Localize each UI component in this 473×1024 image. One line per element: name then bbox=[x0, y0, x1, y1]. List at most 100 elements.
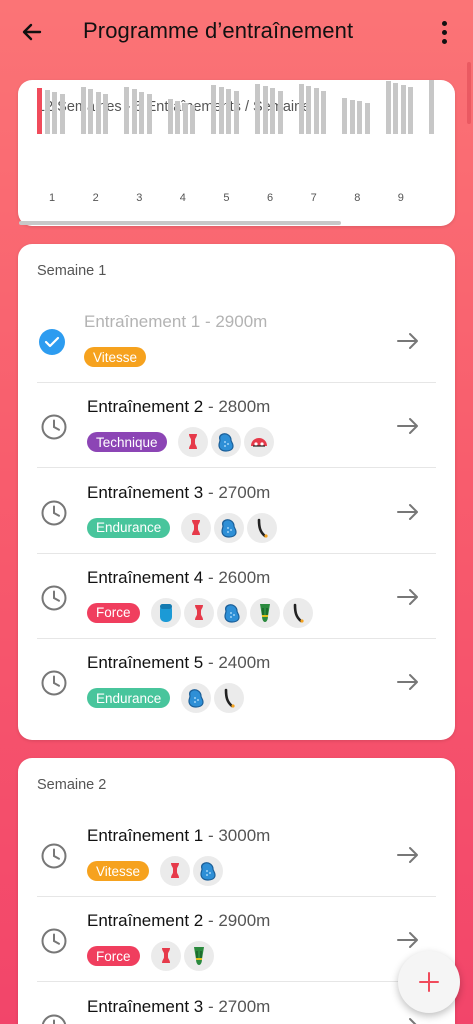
session-distance: - 2700m bbox=[203, 996, 271, 1016]
week-number: 6 bbox=[267, 192, 274, 204]
session-bar bbox=[175, 101, 181, 134]
session-bar bbox=[211, 85, 217, 134]
session-name: Entraînement 3 bbox=[87, 482, 204, 502]
back-arrow-icon[interactable] bbox=[18, 18, 46, 46]
session-row[interactable]: Entraînement 4 - 2600m Force bbox=[18, 554, 455, 639]
session-row[interactable]: Entraînement 1 - 3000m Vitesse bbox=[18, 812, 455, 897]
paddles-icon bbox=[193, 856, 224, 886]
session-tags: Vitesse bbox=[84, 342, 154, 372]
training-type-badge: Endurance bbox=[87, 688, 171, 709]
session-bar bbox=[385, 81, 391, 134]
plus-icon bbox=[419, 972, 439, 992]
session-row[interactable]: Entraînement 3 - 2700m bbox=[18, 983, 455, 1024]
arrow-right-icon[interactable] bbox=[395, 414, 421, 438]
session-name: Entraînement 5 bbox=[87, 653, 204, 673]
session-bar bbox=[255, 84, 260, 134]
session-bar bbox=[37, 88, 42, 134]
kickboard-icon bbox=[150, 597, 181, 628]
week-card-1: Semaine 1 Entraînement 1 - 2900m Vitesse En… bbox=[18, 244, 455, 740]
clock-icon bbox=[40, 499, 68, 527]
session-bar bbox=[306, 86, 312, 134]
fins-icon bbox=[249, 597, 280, 628]
session-bar bbox=[139, 92, 145, 134]
app-bar: Programme d’entraînement bbox=[0, 0, 473, 64]
paddles-icon bbox=[214, 512, 245, 543]
session-distance: - 2400m bbox=[203, 653, 271, 673]
session-bar bbox=[277, 91, 283, 134]
week-number: 8 bbox=[354, 192, 361, 204]
session-name: Entraînement 1 bbox=[87, 826, 204, 845]
week-title: Semaine 1 bbox=[37, 263, 107, 279]
session-row[interactable]: Entraînement 2 - 2900m Force bbox=[18, 897, 455, 983]
session-bar bbox=[226, 89, 232, 134]
more-vert-icon[interactable] bbox=[433, 18, 455, 46]
arrow-right-icon[interactable] bbox=[395, 670, 421, 694]
session-bar bbox=[44, 90, 50, 134]
session-distance: - 2700m bbox=[203, 482, 271, 502]
week-number: 5 bbox=[223, 192, 230, 204]
session-row[interactable]: Entraînement 2 - 2800m Technique bbox=[18, 383, 455, 469]
session-bar bbox=[52, 92, 57, 134]
session-bar bbox=[124, 87, 130, 134]
session-tags: Vitesse bbox=[87, 856, 224, 886]
session-bar bbox=[298, 84, 304, 134]
arrow-right-icon[interactable] bbox=[395, 928, 421, 952]
session-tags: Force bbox=[87, 597, 313, 628]
arrow-right-icon[interactable] bbox=[395, 500, 421, 524]
session-bar bbox=[88, 89, 94, 134]
session-bar bbox=[342, 98, 348, 134]
session-row[interactable]: Entraînement 3 - 2700m Endurance bbox=[18, 469, 455, 554]
session-bar bbox=[190, 105, 196, 134]
scrollbar[interactable] bbox=[467, 62, 471, 124]
pull-buoy-icon bbox=[183, 597, 214, 628]
session-name: Entraînement 3 bbox=[87, 996, 204, 1016]
pull-buoy-icon bbox=[177, 427, 208, 458]
session-bar bbox=[364, 103, 370, 134]
session-bar bbox=[218, 87, 224, 134]
clock-icon bbox=[40, 413, 68, 441]
training-type-badge: Force bbox=[87, 946, 140, 967]
training-type-badge: Vitesse bbox=[84, 347, 147, 367]
session-distance: - 2900m bbox=[200, 312, 268, 331]
session-name: Entraînement 2 bbox=[87, 397, 204, 417]
week-number: 2 bbox=[92, 192, 99, 204]
arrow-right-icon[interactable] bbox=[395, 329, 421, 353]
session-name: Entraînement 2 bbox=[87, 911, 204, 931]
training-type-badge: Technique bbox=[87, 432, 167, 453]
horizontal-scrollbar[interactable] bbox=[19, 221, 341, 225]
session-bar bbox=[59, 94, 65, 134]
arrow-right-icon[interactable] bbox=[395, 585, 421, 609]
snorkel-tube-icon bbox=[247, 512, 278, 543]
session-tags: Force bbox=[87, 941, 214, 972]
paddles-icon bbox=[216, 597, 247, 628]
session-row[interactable]: Entraînement 1 - 2900m Vitesse bbox=[18, 298, 455, 383]
session-distance: - 2600m bbox=[203, 567, 271, 587]
clock-icon bbox=[40, 1013, 68, 1024]
week-title: Semaine 2 bbox=[37, 777, 107, 793]
paddles-icon bbox=[181, 683, 212, 714]
session-bar bbox=[321, 91, 327, 134]
check-circle-icon bbox=[38, 328, 66, 356]
session-bar bbox=[103, 94, 109, 134]
session-bar bbox=[262, 86, 268, 134]
week-number: 3 bbox=[136, 192, 143, 204]
session-name: Entraînement 1 bbox=[84, 312, 201, 331]
session-distance: - 2800m bbox=[203, 397, 271, 417]
session-title: Entraînement 1 - 3000m bbox=[87, 826, 270, 846]
week-card-2: Semaine 2 Entraînement 1 - 3000m Vitesse En… bbox=[18, 758, 455, 1024]
session-tags: Endurance bbox=[87, 683, 245, 714]
arrow-right-icon[interactable] bbox=[395, 843, 421, 867]
session-title: Entraînement 2 - 2800m bbox=[87, 397, 270, 417]
clock-icon bbox=[40, 842, 68, 870]
session-bar bbox=[393, 83, 399, 134]
training-type-badge: Endurance bbox=[87, 517, 171, 538]
session-row[interactable]: Entraînement 5 - 2400m Endurance bbox=[18, 639, 455, 724]
session-bar bbox=[429, 80, 435, 134]
session-bar bbox=[146, 94, 152, 134]
session-bar bbox=[270, 88, 275, 134]
training-type-badge: Vitesse bbox=[87, 861, 150, 881]
arrow-right-icon[interactable] bbox=[395, 1014, 421, 1024]
paddles-icon bbox=[210, 427, 241, 458]
session-title: Entraînement 3 - 2700m bbox=[87, 483, 270, 503]
add-button[interactable] bbox=[398, 951, 460, 1013]
